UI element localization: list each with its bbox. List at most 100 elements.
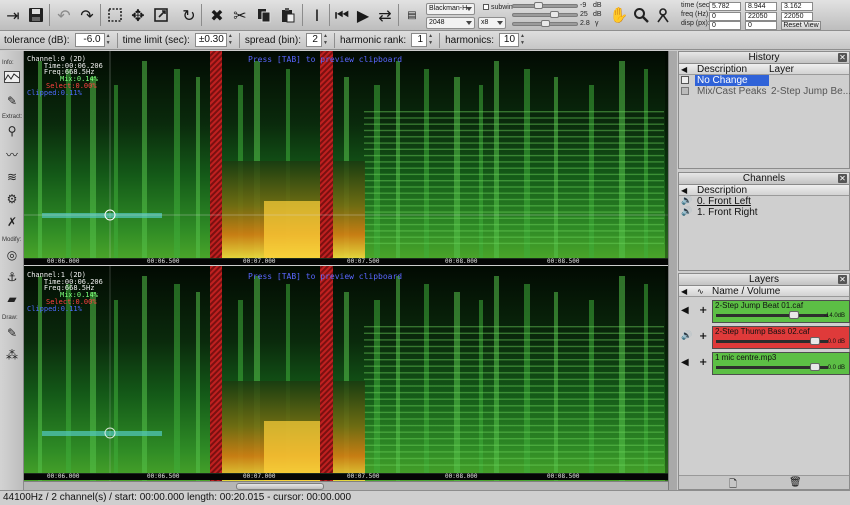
extract-noise-icon[interactable]: ≋ xyxy=(3,169,21,185)
time-end-field[interactable]: 8.944 xyxy=(745,2,777,11)
trash-icon[interactable]: 🗑 xyxy=(789,477,802,488)
gamma-knob[interactable] xyxy=(541,20,550,27)
tolerance-field[interactable]: -6.0 xyxy=(74,33,105,47)
time-limit-spinner[interactable]: ▲ ▼ xyxy=(228,33,234,47)
cursor-tool-icon[interactable]: I xyxy=(306,3,328,27)
paste-icon[interactable] xyxy=(277,3,299,27)
history-row[interactable]: Mix/Cast Peaks 2-Step Jump Be... xyxy=(679,86,850,97)
disp-x-field[interactable]: 0 xyxy=(709,21,741,30)
marker-tool-icon[interactable] xyxy=(652,3,674,27)
layer-name: 2-Step Thump Bass 02.caf xyxy=(715,327,810,336)
spectrogram-mode-icon[interactable]: ▤ xyxy=(401,3,423,27)
rect-select-icon[interactable] xyxy=(104,3,126,27)
layer-row[interactable]: ◀ + 2-Step Jump Beat 01.caf -14.0dB xyxy=(679,299,850,324)
extract-peak-icon[interactable]: ⚲ xyxy=(3,123,21,139)
layer-box[interactable]: 2-Step Thump Bass 02.caf 0.0 dB xyxy=(712,326,850,349)
layer-row[interactable]: ◀ + 1 mic centre.mp3 0.0 dB xyxy=(679,351,850,376)
zoom-icon[interactable] xyxy=(630,3,652,27)
window-type-select[interactable]: Blackman-H xyxy=(426,3,475,15)
save-icon[interactable] xyxy=(25,3,47,27)
channel-row[interactable]: 🔊 1. Front Right xyxy=(679,207,849,218)
history-row[interactable]: No Change xyxy=(679,75,849,86)
collapse-icon[interactable]: ◀ xyxy=(681,185,687,196)
add-icon[interactable]: + xyxy=(699,331,707,342)
spectrogram-channel-1[interactable]: Channel:1 (2D) Time:00:06.206 Freq:668.5… xyxy=(24,266,668,481)
gamma-value: 2.8 xyxy=(580,20,590,27)
waveform-info-icon[interactable] xyxy=(3,69,21,85)
freq-start-field[interactable]: 0 xyxy=(709,12,741,21)
modify-stamp-icon[interactable]: ⚓ xyxy=(3,269,21,285)
close-icon[interactable]: ✕ xyxy=(838,53,847,62)
db-max-knob[interactable] xyxy=(550,11,559,18)
harmonic-rank-spinner[interactable]: ▲ ▼ xyxy=(428,33,434,47)
layer-volume-knob[interactable] xyxy=(809,363,820,371)
clipped-readout: Clipped:0.11% xyxy=(27,305,82,313)
db-min-knob[interactable] xyxy=(534,2,543,9)
undo-icon[interactable]: ↶ xyxy=(53,3,75,27)
close-icon[interactable]: ✕ xyxy=(838,174,847,183)
vertical-scrollbar[interactable] xyxy=(668,51,677,490)
extract-harmonic-icon[interactable]: 〰 xyxy=(3,146,21,162)
draw-pen-icon[interactable]: ✎ xyxy=(3,325,21,341)
freq-end-field[interactable]: 22050 xyxy=(745,12,777,21)
modify-eraser-icon[interactable]: ▰ xyxy=(3,291,21,307)
layer-volume-slider[interactable] xyxy=(716,314,828,317)
copy-icon[interactable] xyxy=(253,3,275,27)
harmonics-field[interactable]: 10 xyxy=(499,33,520,47)
time-length-field[interactable]: 3.162 xyxy=(781,2,813,11)
spread-label: spread (bin): xyxy=(244,34,301,46)
horizontal-scrollbar[interactable] xyxy=(24,481,668,490)
import-icon[interactable]: ⇥ xyxy=(2,3,24,27)
history-item-icon xyxy=(681,87,689,95)
disp-y-field[interactable]: 0 xyxy=(745,21,777,30)
layer-volume-knob[interactable] xyxy=(809,337,820,345)
spread-field[interactable]: 2 xyxy=(305,33,322,47)
play-icon[interactable]: ▶ xyxy=(352,3,374,27)
time-limit-field[interactable]: ±0.30 xyxy=(194,33,227,47)
draw-spray-icon[interactable]: ⁂ xyxy=(3,347,21,363)
hand-tool-icon[interactable]: ✋ xyxy=(608,3,630,27)
add-icon[interactable]: + xyxy=(699,305,707,316)
rewind-icon[interactable]: ⏮ xyxy=(331,3,353,27)
add-icon[interactable]: + xyxy=(699,357,707,368)
cut-icon[interactable]: ✂ xyxy=(229,3,251,27)
fft-size-select[interactable]: 2048 xyxy=(426,17,475,29)
scale-icon[interactable] xyxy=(150,3,172,27)
brush-icon[interactable]: ✎ xyxy=(3,93,21,109)
delete-icon[interactable]: ✖ xyxy=(206,3,228,27)
collapse-icon[interactable]: ◀ xyxy=(681,286,687,297)
speaker-icon[interactable]: 🔊 xyxy=(681,196,692,207)
reset-view-button[interactable]: Reset View xyxy=(781,21,821,30)
layer-box[interactable]: 2-Step Jump Beat 01.caf -14.0dB xyxy=(712,300,850,323)
harmonics-spinner[interactable]: ▲ ▼ xyxy=(520,33,526,47)
collapse-icon[interactable]: ◀ xyxy=(681,64,687,75)
harmonic-rank-field[interactable]: 1 xyxy=(411,33,428,47)
db-min-slider[interactable] xyxy=(512,4,578,8)
overlap-select[interactable]: x8 xyxy=(478,17,506,29)
horizontal-scroll-thumb[interactable] xyxy=(236,483,324,490)
subwin-checkbox[interactable]: subwin xyxy=(483,4,513,11)
move-icon[interactable]: ✥ xyxy=(127,3,149,27)
redo-icon[interactable]: ↷ xyxy=(76,3,98,27)
collapse-icon[interactable]: ◀ xyxy=(681,357,689,368)
spectrogram-channel-0[interactable]: Channel:0 (2D) Time:00:06.206 Freq:668.5… xyxy=(24,51,668,259)
modify-target-icon[interactable]: ◎ xyxy=(3,247,21,263)
channel-row[interactable]: 🔊 0. Front Left xyxy=(679,196,849,207)
layer-row[interactable]: 🔊 + 2-Step Thump Bass 02.caf 0.0 dB xyxy=(679,325,850,350)
loop-icon[interactable]: ⇄ xyxy=(374,3,396,27)
time-start-field[interactable]: 5.782 xyxy=(709,2,741,11)
layer-box[interactable]: 1 mic centre.mp3 0.0 dB xyxy=(712,352,850,375)
clipboard-hint: Press [TAB] to preview clipboard xyxy=(248,55,403,64)
rotate-icon[interactable]: ↻ xyxy=(178,3,200,27)
freq-range-field[interactable]: 22050 xyxy=(781,12,813,21)
speaker-icon[interactable]: 🔊 xyxy=(681,331,692,341)
spread-spinner[interactable]: ▲ ▼ xyxy=(323,33,329,47)
extract-mute-icon[interactable]: ✗ xyxy=(3,214,21,230)
layer-volume-knob[interactable] xyxy=(788,311,799,319)
db-max-slider[interactable] xyxy=(512,13,578,17)
speaker-icon[interactable]: 🔊 xyxy=(681,207,692,218)
extract-transient-icon[interactable]: ⚙ xyxy=(3,191,21,207)
collapse-icon[interactable]: ◀ xyxy=(681,305,689,316)
close-icon[interactable]: ✕ xyxy=(838,275,847,284)
tolerance-spinner[interactable]: ▲ ▼ xyxy=(106,33,112,47)
